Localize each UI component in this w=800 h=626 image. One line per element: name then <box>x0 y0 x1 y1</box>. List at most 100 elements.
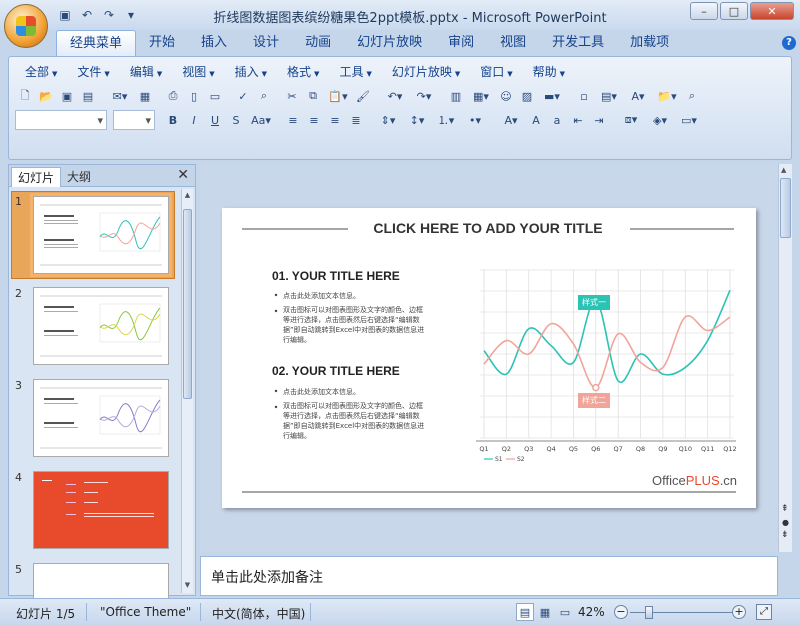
open-folder-icon[interactable]: 📁▾ <box>653 86 681 106</box>
tab-classic-menu[interactable]: 经典菜单 <box>56 30 137 56</box>
callout-style-2[interactable]: 样式二 <box>578 393 610 408</box>
save-icon[interactable]: ▣ <box>56 6 74 24</box>
font-name-combo[interactable]: ▾ <box>15 110 107 130</box>
tab-animation[interactable]: 动画 <box>292 30 344 56</box>
slideshow-view-icon[interactable]: ▭ <box>556 603 574 621</box>
slide-canvas[interactable]: CLICK HERE TO ADD YOUR TITLE 01. YOUR TI… <box>222 208 756 508</box>
slide-title[interactable]: CLICK HERE TO ADD YOUR TITLE <box>373 220 602 236</box>
align-center-icon[interactable]: ≡ <box>304 110 324 130</box>
close-panel-icon[interactable]: ✕ <box>177 167 189 183</box>
tab-review[interactable]: 审阅 <box>435 30 487 56</box>
permission-icon[interactable]: ▤ <box>78 86 98 106</box>
text-direction-icon[interactable]: ⇕▾ <box>374 110 402 130</box>
status-language[interactable]: 中文(简体，中国) <box>212 605 305 622</box>
new-slide-icon[interactable]: ▫ <box>574 86 594 106</box>
tab-view[interactable]: 视图 <box>487 30 539 56</box>
help-icon[interactable]: ? <box>782 36 796 50</box>
slide-thumb-row[interactable]: 2 <box>11 283 177 371</box>
tab-insert[interactable]: 插入 <box>188 30 240 56</box>
slides-panel-scrollbar[interactable]: ▲ ▼ <box>181 189 193 593</box>
print-icon[interactable]: ⎙ <box>163 86 183 106</box>
undo-icon[interactable]: ↶▾ <box>381 86 409 106</box>
tab-addins[interactable]: 加载项 <box>617 30 682 56</box>
customize-qat-icon[interactable]: ▾ <box>122 6 140 24</box>
menu-view[interactable]: 视图 ▼ <box>172 63 224 81</box>
slide-thumbnail[interactable] <box>33 563 169 599</box>
clipart-icon[interactable]: ☺ <box>496 86 516 106</box>
menu-all[interactable]: 全部 ▼ <box>15 63 67 81</box>
menu-insert[interactable]: 插入 ▼ <box>225 63 277 81</box>
bold-icon[interactable]: B <box>163 110 183 130</box>
section-1-bullet-2[interactable]: 双击图标可以对图表图形及文字的颜色、边框等进行选择，点击图表然后右键选择“编辑数… <box>283 305 425 345</box>
picture-icon[interactable]: ▨ <box>517 86 537 106</box>
line-spacing-icon[interactable]: ↕▾ <box>403 110 431 130</box>
scroll-down-icon[interactable]: ▼ <box>183 581 192 591</box>
normal-view-icon[interactable]: ▤ <box>516 603 534 621</box>
menu-slideshow[interactable]: 幻灯片放映 ▼ <box>382 63 470 81</box>
redo-icon[interactable]: ↷ <box>100 6 118 24</box>
zoom-level[interactable]: 42% <box>578 605 605 619</box>
slide-thumbnail[interactable] <box>33 379 169 457</box>
scroll-thumb[interactable] <box>183 209 192 399</box>
previous-slide-icon[interactable]: ⇞ <box>781 504 789 514</box>
slide-thumbnail[interactable] <box>33 287 169 365</box>
slide-sorter-icon[interactable]: ▦ <box>536 603 554 621</box>
section-2-bullet-2[interactable]: 双击图标可以对图表图形及文字的颜色、边框等进行选择，点击图表然后右键选择“编辑数… <box>283 401 425 441</box>
menu-help[interactable]: 帮助 ▼ <box>523 63 575 81</box>
slide-thumbnail[interactable] <box>33 196 169 274</box>
slide-thumb-row[interactable]: 5 <box>11 559 177 599</box>
justify-icon[interactable]: ≣ <box>346 110 366 130</box>
scroll-up-icon[interactable]: ▲ <box>183 191 192 201</box>
font-color-icon[interactable]: A▾ <box>497 110 525 130</box>
menu-tools[interactable]: 工具 ▼ <box>329 63 381 81</box>
layout-icon[interactable]: ▭ <box>205 86 225 106</box>
tab-outline[interactable]: 大纲 <box>61 167 97 187</box>
next-slide-icon[interactable]: ⇟ <box>781 530 789 540</box>
section-2-bullet-1[interactable]: 点击此处添加文本信息。 <box>283 387 360 396</box>
slide-thumb-row[interactable]: 3 <box>11 375 177 463</box>
shape-outline-icon[interactable]: ▭▾ <box>675 110 703 130</box>
section-2-title[interactable]: 02. YOUR TITLE HERE <box>272 364 400 378</box>
office-button[interactable] <box>4 4 48 48</box>
tab-design[interactable]: 设计 <box>240 30 292 56</box>
save-icon[interactable]: ▣ <box>57 86 77 106</box>
slide-layout-icon[interactable]: ▤▾ <box>595 86 623 106</box>
tab-slides[interactable]: 幻灯片 <box>11 167 62 187</box>
callout-style-1[interactable]: 样式一 <box>578 295 610 310</box>
align-right-icon[interactable]: ≡ <box>325 110 345 130</box>
chart-icon[interactable]: ▥ <box>446 86 466 106</box>
bullets-icon[interactable]: •▾ <box>461 110 489 130</box>
menu-format[interactable]: 格式 ▼ <box>277 63 329 81</box>
research-icon[interactable]: ⌕ <box>254 86 274 106</box>
change-case-icon[interactable]: Aa▾ <box>247 110 275 130</box>
numbering-icon[interactable]: ⒈▾ <box>432 110 460 130</box>
tab-home[interactable]: 开始 <box>136 30 188 56</box>
quick-styles-icon[interactable]: ◈▾ <box>646 110 674 130</box>
tab-slideshow[interactable]: 幻灯片放映 <box>344 30 435 56</box>
slide-thumb-row[interactable]: 4 <box>11 467 177 555</box>
fill-color-icon[interactable]: ▬▾ <box>538 86 566 106</box>
decrease-indent-icon[interactable]: ⇤ <box>568 110 588 130</box>
fit-to-window-icon[interactable]: ⤢ <box>756 604 772 620</box>
arrange-icon[interactable]: ⧈▾ <box>617 110 645 130</box>
maximize-button[interactable]: □ <box>720 2 748 20</box>
shadow-icon[interactable]: S <box>226 110 246 130</box>
notes-pane[interactable]: 单击此处添加备注 <box>200 556 778 596</box>
status-theme[interactable]: "Office Theme" <box>100 605 191 619</box>
spelling-icon[interactable]: ✓ <box>233 86 253 106</box>
copy-icon[interactable]: ⧉ <box>303 86 323 106</box>
grow-font-icon[interactable]: A <box>526 110 546 130</box>
section-1-bullet-1[interactable]: 点击此处添加文本信息。 <box>283 291 360 300</box>
pdf-icon[interactable]: ▦ <box>135 86 155 106</box>
zoom-in-icon[interactable]: + <box>732 605 746 619</box>
menu-window[interactable]: 窗口 ▼ <box>470 63 522 81</box>
print-preview-icon[interactable]: ▯ <box>184 86 204 106</box>
format-painter-icon[interactable]: 🖌 <box>353 86 373 106</box>
shrink-font-icon[interactable]: a <box>547 110 567 130</box>
scroll-thumb[interactable] <box>780 178 791 238</box>
increase-indent-icon[interactable]: ⇥ <box>589 110 609 130</box>
zoom-icon[interactable]: ⌕ <box>682 86 702 106</box>
select-browse-object-icon[interactable]: ● <box>782 518 789 527</box>
new-icon[interactable]: 🗋 <box>15 86 35 106</box>
email-icon[interactable]: ✉▾ <box>106 86 134 106</box>
